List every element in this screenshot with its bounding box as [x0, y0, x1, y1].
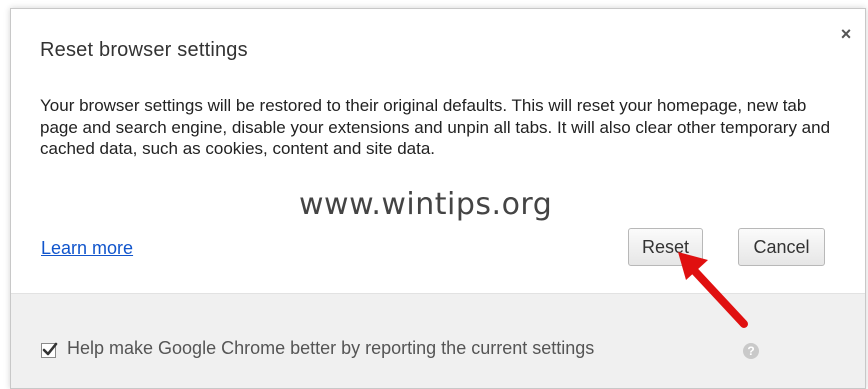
screenshot-stage: Reset browser settings × Your browser se…	[0, 0, 868, 389]
report-settings-checkbox[interactable]	[41, 342, 58, 358]
checkmark-icon	[42, 342, 58, 356]
watermark: www.wintips.org	[299, 187, 553, 222]
background-blurred-text	[22, 0, 26, 8]
red-pointer-arrow-icon	[678, 252, 748, 328]
dialog-title: Reset browser settings	[40, 39, 248, 61]
dialog-description: Your browser settings will be restored t…	[40, 96, 831, 158]
close-icon[interactable]: ×	[835, 23, 857, 45]
learn-more-link[interactable]: Learn more	[41, 238, 133, 259]
report-settings-label: Help make Google Chrome better by report…	[67, 338, 595, 358]
help-icon[interactable]: ?	[743, 343, 759, 359]
